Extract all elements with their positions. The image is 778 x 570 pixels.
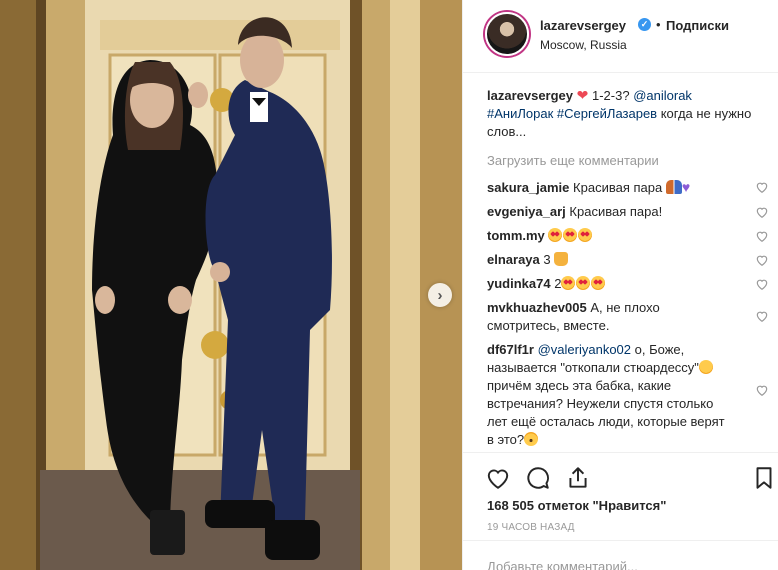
red-heart-emoji: ❤ bbox=[576, 87, 589, 103]
comment-item: sakura_jamie Красивая пара ♥ bbox=[487, 178, 769, 197]
heart-eyes-emoji bbox=[561, 276, 576, 290]
comment-username[interactable]: df67lf1r bbox=[487, 342, 534, 357]
comment-username[interactable]: mvkhuazhev005 bbox=[487, 300, 587, 315]
comment-like-icon[interactable] bbox=[755, 253, 769, 267]
comment-item: df67lf1r @valeriyanko02 о, Боже, называе… bbox=[487, 341, 769, 449]
comment-like-icon[interactable] bbox=[755, 205, 769, 219]
heart-eyes-emoji bbox=[563, 228, 578, 242]
caption-mention[interactable]: @anilorak bbox=[633, 88, 692, 103]
comment-item: elnaraya 3 bbox=[487, 251, 769, 269]
comment-item: mvkhuazhev005 А, не плохо смотритесь, вм… bbox=[487, 299, 769, 335]
heart-eyes-emoji bbox=[548, 228, 563, 242]
post-details-pane: lazarevsergey ✓ • Подписки Moscow, Russi… bbox=[462, 0, 778, 570]
post-timestamp: 19 ЧАСОВ НАЗАД bbox=[487, 522, 575, 533]
comment-username[interactable]: sakura_jamie bbox=[487, 180, 569, 195]
heart-icon[interactable] bbox=[485, 465, 511, 491]
comment-like-icon[interactable] bbox=[755, 277, 769, 291]
thumbs-up-emoji bbox=[554, 252, 569, 266]
comment-text: 3 bbox=[543, 252, 551, 267]
separator-dot: • bbox=[656, 17, 661, 32]
post-header: lazarevsergey ✓ • Подписки Moscow, Russi… bbox=[463, 0, 778, 73]
comment-username[interactable]: elnaraya bbox=[487, 252, 540, 267]
comment-text: 2 bbox=[554, 276, 562, 291]
comment-item: evgeniya_arj Красивая пара! bbox=[487, 203, 769, 221]
comment-item: yudinka74 2 bbox=[487, 275, 769, 293]
post-actions: 168 505 отметок "Нравится" 19 ЧАСОВ НАЗА… bbox=[463, 452, 778, 552]
comment-username[interactable]: evgeniya_arj bbox=[487, 204, 566, 219]
bookmark-icon[interactable] bbox=[751, 465, 777, 491]
couple-emoji bbox=[665, 180, 682, 194]
photo-scene bbox=[0, 0, 462, 570]
post-username[interactable]: lazarevsergey bbox=[540, 18, 626, 33]
following-button[interactable]: Подписки bbox=[666, 18, 729, 33]
comment-username[interactable]: yudinka74 bbox=[487, 276, 551, 291]
comment-text: Красивая пара bbox=[573, 180, 663, 195]
comment-username[interactable]: tomm.my bbox=[487, 228, 545, 243]
purple-heart-emoji: ♥ bbox=[681, 179, 691, 195]
heart-eyes-emoji bbox=[576, 276, 591, 290]
comment-like-icon[interactable] bbox=[755, 309, 769, 323]
caption-hashtag-1[interactable]: #АниЛорак bbox=[487, 106, 553, 121]
comment-like-icon[interactable] bbox=[755, 229, 769, 243]
add-comment-bar bbox=[463, 540, 778, 570]
avatar[interactable] bbox=[485, 12, 529, 56]
heart-eyes-emoji bbox=[578, 228, 593, 242]
comment-like-icon[interactable] bbox=[755, 180, 769, 194]
next-photo-button[interactable]: › bbox=[428, 283, 452, 307]
comment-text: Красивая пара! bbox=[569, 204, 663, 219]
caption: lazarevsergey ❤ 1-2-3? @anilorak #АниЛор… bbox=[487, 86, 769, 141]
post-location[interactable]: Moscow, Russia bbox=[540, 38, 627, 52]
screaming-face-emoji bbox=[524, 432, 539, 446]
comment-like-icon[interactable] bbox=[755, 383, 769, 397]
caption-hashtag-2[interactable]: #СергейЛазарев bbox=[557, 106, 657, 121]
likes-count[interactable]: 168 505 отметок "Нравится" bbox=[487, 498, 666, 513]
caption-username[interactable]: lazarevsergey bbox=[487, 88, 573, 103]
comment-mention[interactable]: @valeriyanko02 bbox=[538, 342, 631, 357]
verified-icon: ✓ bbox=[638, 18, 651, 31]
comment-input[interactable] bbox=[487, 559, 747, 570]
comment-icon[interactable] bbox=[525, 465, 551, 491]
share-icon[interactable] bbox=[565, 465, 591, 491]
next-arrow-icon: › bbox=[437, 286, 443, 304]
thinking-emoji bbox=[698, 360, 713, 374]
load-more-comments[interactable]: Загрузить еще комментарии bbox=[487, 153, 769, 168]
post-photo: › bbox=[0, 0, 462, 570]
comment-item: tomm.my bbox=[487, 227, 769, 245]
caption-text: 1-2-3? bbox=[592, 88, 630, 103]
comments-list: lazarevsergey ❤ 1-2-3? @anilorak #АниЛор… bbox=[487, 86, 769, 449]
heart-eyes-emoji bbox=[591, 276, 606, 290]
comment-text-continued: причём здесь эта бабка, какие встречания… bbox=[487, 378, 725, 447]
